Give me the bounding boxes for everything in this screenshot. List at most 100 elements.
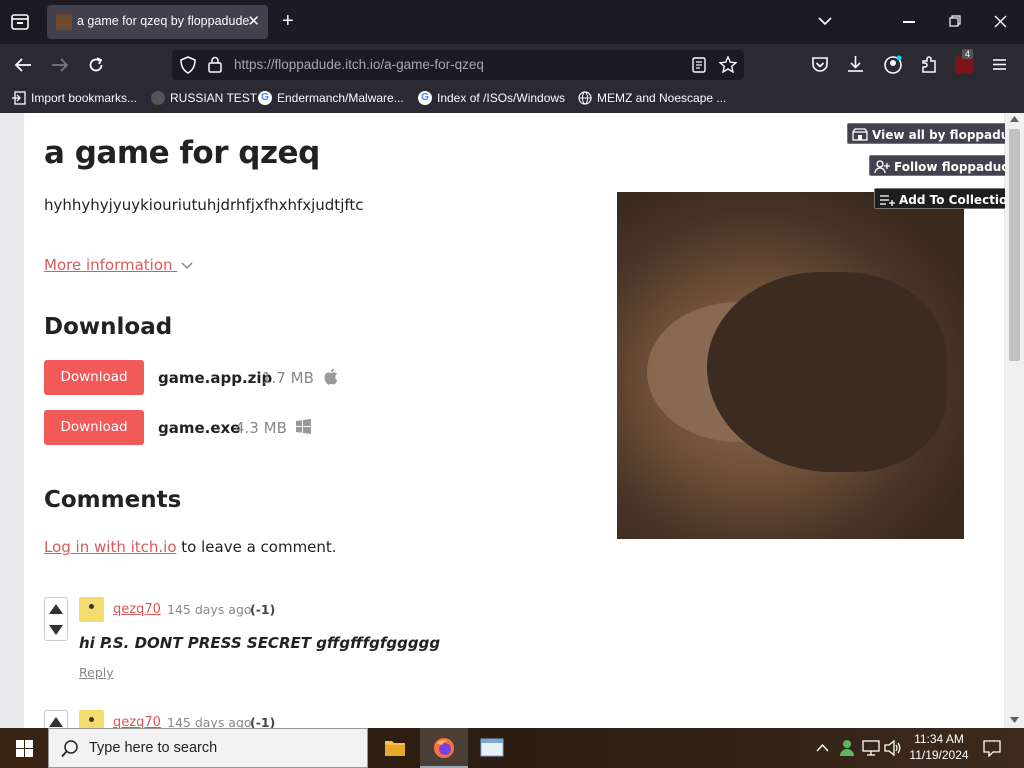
game-cover-image bbox=[617, 192, 964, 539]
avatar[interactable] bbox=[79, 597, 104, 622]
scrollbar-thumb[interactable] bbox=[1009, 129, 1020, 361]
game-title: a game for qzeq bbox=[44, 135, 320, 171]
login-link[interactable]: Log in with itch.io bbox=[44, 538, 177, 556]
bookmark-label: Import bookmarks... bbox=[31, 91, 138, 105]
page-viewport: a game for qzeq hyhhyhyjyuykiouriutuhjdr… bbox=[0, 113, 1024, 728]
avatar[interactable] bbox=[79, 710, 104, 728]
bookmark-isos[interactable]: G Index of /ISOs/Windows bbox=[418, 91, 565, 105]
view-all-label: View all by floppadude bbox=[872, 127, 1024, 142]
comment-body: hi P.S. DONT PRESS SECRET gffgfffgfggggg bbox=[79, 634, 441, 652]
bookmark-endermanch[interactable]: G Endermanch/Malware... bbox=[258, 91, 404, 105]
bookmark-label: Endermanch/Malware... bbox=[277, 91, 404, 105]
storefront-icon bbox=[852, 128, 868, 141]
bookmark-star-icon[interactable] bbox=[719, 56, 737, 73]
bookmark-russian-test[interactable]: RUSSIAN TEST bbox=[151, 91, 257, 105]
add-user-icon bbox=[874, 159, 890, 173]
import-icon bbox=[12, 91, 26, 105]
upvote-arrow-icon[interactable] bbox=[49, 717, 63, 727]
people-icon[interactable] bbox=[838, 739, 856, 757]
tab-strip: a game for qzeq by floppadude ✕ + bbox=[0, 0, 1024, 44]
volume-icon[interactable] bbox=[884, 740, 902, 756]
list-all-tabs-icon[interactable] bbox=[818, 16, 832, 26]
game-description: hyhhyhyjyuykiouriutuhjdrhfjxfhxhfxjudtjf… bbox=[44, 196, 364, 214]
downvote-arrow-icon[interactable] bbox=[49, 625, 63, 635]
vote-control bbox=[44, 710, 68, 728]
url-text[interactable]: https://floppadude.itch.io/a-game-for-qz… bbox=[234, 57, 484, 72]
back-arrow-icon[interactable] bbox=[14, 57, 32, 73]
comment-score: (-1) bbox=[250, 715, 276, 728]
pocket-icon[interactable] bbox=[811, 56, 829, 73]
bookmark-label: MEMZ and Noescape ... bbox=[597, 91, 727, 105]
ublock-origin-icon[interactable]: 4 bbox=[955, 49, 974, 74]
vote-control bbox=[44, 597, 68, 641]
taskbar-search-box[interactable]: Type here to search bbox=[48, 728, 368, 768]
scroll-up-arrow-icon[interactable] bbox=[1010, 116, 1019, 122]
page-scrollbar[interactable] bbox=[1005, 113, 1024, 728]
upvote-arrow-icon[interactable] bbox=[49, 604, 63, 614]
download-button[interactable]: Download bbox=[44, 360, 144, 395]
tab-close-icon[interactable]: ✕ bbox=[247, 12, 260, 30]
download-filesize: 4.3 MB bbox=[235, 419, 287, 437]
globe-icon bbox=[578, 91, 592, 105]
network-icon[interactable] bbox=[862, 740, 880, 756]
extensions-puzzle-icon[interactable] bbox=[920, 55, 938, 74]
comment-author-link[interactable]: qezq70 bbox=[113, 715, 161, 728]
windows-taskbar: Type here to search 11:34 AM 11/19/2024 bbox=[0, 728, 1024, 768]
scroll-down-arrow-icon[interactable] bbox=[1010, 717, 1019, 723]
system-clock[interactable]: 11:34 AM 11/19/2024 bbox=[906, 731, 972, 763]
download-filesize: 1.7 MB bbox=[262, 369, 314, 387]
hamburger-menu-icon[interactable] bbox=[992, 58, 1007, 71]
follow-label: Follow floppadude bbox=[894, 159, 1018, 174]
add-to-collection-button[interactable]: Add To Collection bbox=[874, 188, 1021, 209]
firefox-icon bbox=[434, 738, 454, 758]
url-bar[interactable]: https://floppadude.itch.io/a-game-for-qz… bbox=[172, 50, 744, 80]
account-icon[interactable] bbox=[883, 55, 903, 75]
more-information-link[interactable]: More information bbox=[44, 256, 193, 274]
tab-favicon bbox=[56, 14, 72, 30]
login-prompt: Log in with itch.io to leave a comment. bbox=[44, 538, 337, 556]
show-hidden-icons-chevron-icon[interactable] bbox=[816, 743, 829, 752]
comment-author-link[interactable]: qezq70 bbox=[113, 602, 161, 617]
ublock-badge: 4 bbox=[962, 49, 974, 59]
search-placeholder: Type here to search bbox=[89, 740, 218, 756]
window-icon bbox=[480, 738, 504, 757]
download-button[interactable]: Download bbox=[44, 410, 144, 445]
download-heading: Download bbox=[44, 314, 173, 340]
add-to-collection-label: Add To Collection bbox=[899, 192, 1016, 207]
view-all-by-creator-button[interactable]: View all by floppadude bbox=[847, 123, 1024, 144]
downloads-icon[interactable] bbox=[847, 55, 864, 73]
add-to-list-icon bbox=[880, 194, 895, 206]
download-filename: game.exe bbox=[158, 419, 241, 437]
reader-view-icon[interactable] bbox=[692, 57, 706, 73]
close-window-icon[interactable] bbox=[994, 15, 1007, 28]
minimize-icon[interactable] bbox=[903, 21, 915, 23]
windows-start-icon[interactable] bbox=[16, 740, 33, 757]
reload-icon[interactable] bbox=[87, 56, 105, 74]
google-icon: G bbox=[258, 91, 272, 105]
bookmark-label: Index of /ISOs/Windows bbox=[437, 91, 566, 105]
taskbar-window[interactable] bbox=[468, 728, 516, 768]
comment-score: (-1) bbox=[250, 602, 276, 617]
navigation-toolbar: https://floppadude.itch.io/a-game-for-qz… bbox=[0, 44, 1024, 86]
google-icon: G bbox=[418, 91, 432, 105]
cover-shadow bbox=[707, 272, 947, 472]
tracking-protection-shield-icon[interactable] bbox=[180, 56, 196, 74]
clock-time: 11:34 AM bbox=[914, 732, 964, 746]
lock-icon[interactable] bbox=[208, 56, 222, 73]
forward-arrow-icon[interactable] bbox=[51, 57, 69, 73]
taskbar-file-explorer[interactable] bbox=[371, 728, 419, 768]
bookmark-import[interactable]: Import bookmarks... bbox=[12, 91, 137, 105]
restore-icon[interactable] bbox=[949, 15, 961, 27]
reply-link[interactable]: Reply bbox=[79, 665, 114, 680]
follow-creator-button[interactable]: Follow floppadude bbox=[869, 155, 1023, 176]
login-prompt-text: to leave a comment. bbox=[176, 538, 337, 556]
notifications-icon[interactable] bbox=[983, 740, 1001, 757]
new-tab-icon[interactable]: + bbox=[282, 10, 294, 33]
bookmarks-toolbar: Import bookmarks... RUSSIAN TEST G Ender… bbox=[0, 86, 1024, 113]
chevron-down-icon bbox=[181, 261, 193, 269]
taskbar-firefox[interactable] bbox=[420, 728, 468, 768]
search-icon bbox=[61, 740, 78, 758]
browser-tab[interactable]: a game for qzeq by floppadude ✕ bbox=[47, 5, 268, 39]
firefox-view-icon[interactable] bbox=[11, 14, 29, 30]
bookmark-memz[interactable]: MEMZ and Noescape ... bbox=[578, 91, 726, 105]
